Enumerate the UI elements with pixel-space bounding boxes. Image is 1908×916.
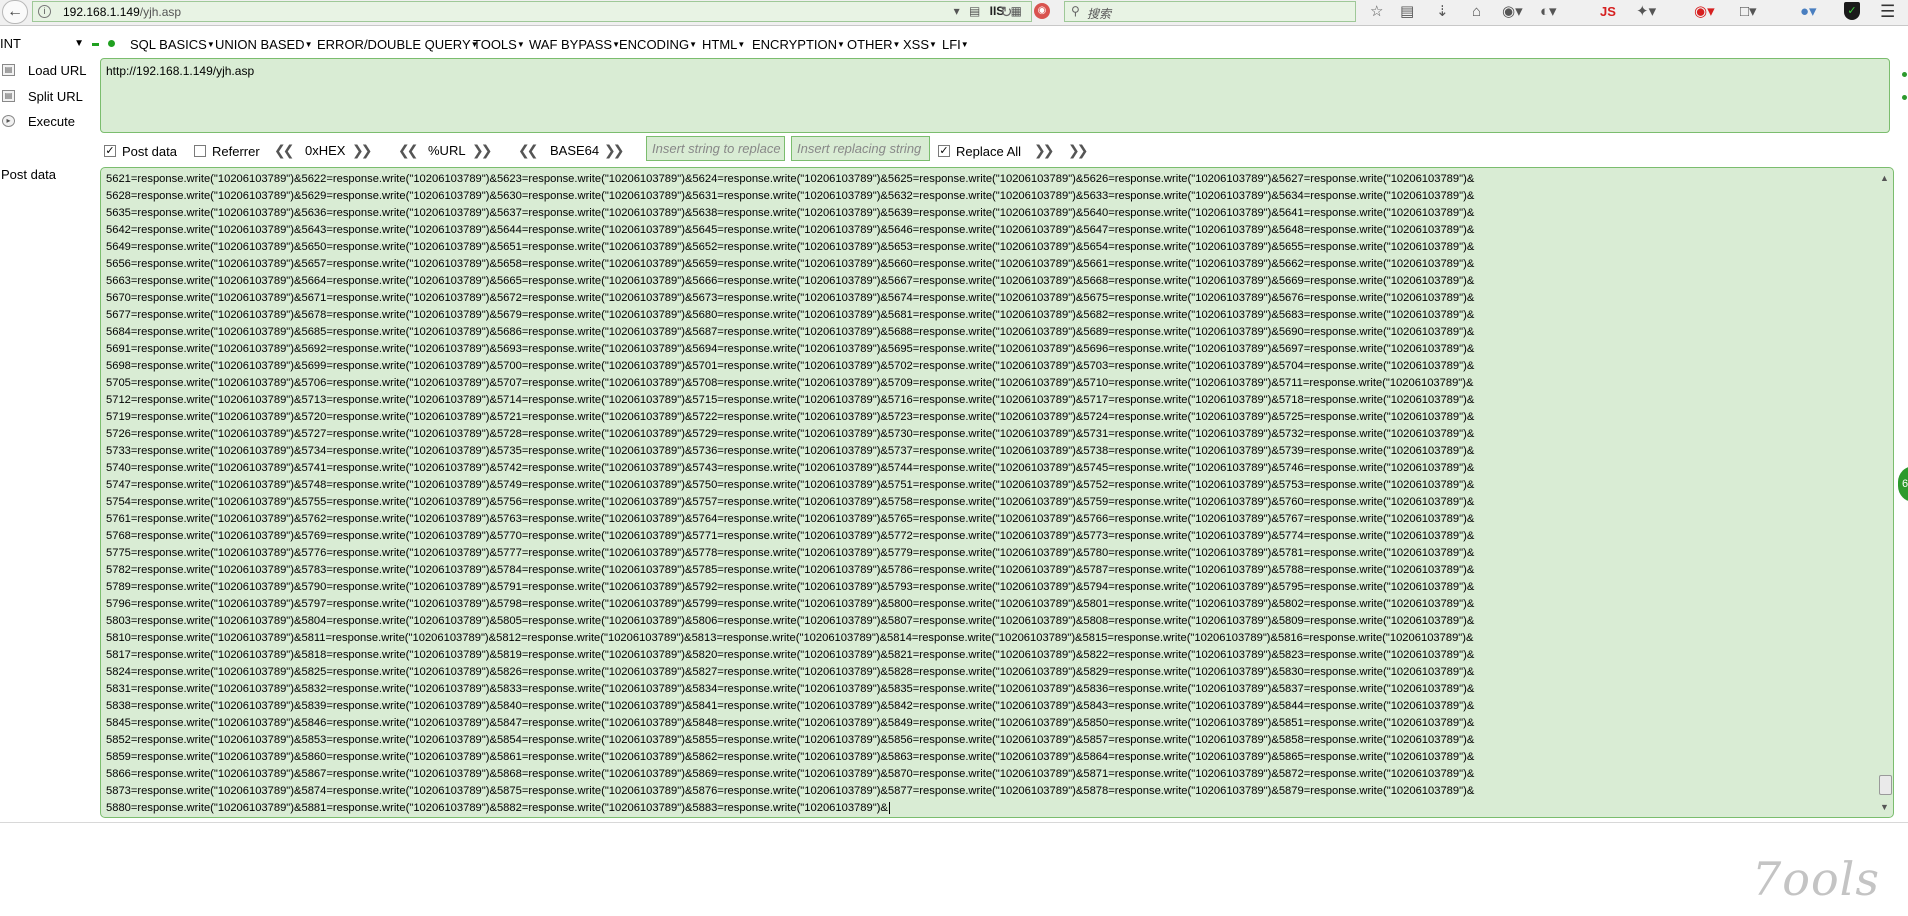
base64-decode-icon[interactable]: ❮❮ bbox=[518, 142, 539, 159]
address-text[interactable]: 192.168.1.149/yjh.asp bbox=[63, 5, 181, 19]
info-icon[interactable]: i bbox=[38, 5, 51, 18]
load-url-button[interactable]: ▤ Load URL bbox=[0, 60, 96, 80]
post-data-textarea[interactable]: 5621=response.write("10206103789")&5622=… bbox=[100, 167, 1894, 818]
post-data-label: Post data bbox=[1, 167, 56, 182]
replace-string-placeholder: Insert replacing string bbox=[797, 141, 922, 156]
browser-toolbar: ← i 192.168.1.149/yjh.asp ▾ ▤ IIS ▦ ↻ ◉ … bbox=[0, 0, 1908, 26]
addon-globe-icon[interactable]: ◉▾ bbox=[1502, 3, 1523, 21]
dropdown-arrow-icon[interactable]: ▾ bbox=[954, 4, 963, 18]
replace-all-checkbox[interactable]: ✓ bbox=[938, 145, 950, 157]
scroll-thumb[interactable] bbox=[1879, 775, 1892, 795]
js-addon-button[interactable]: JS bbox=[1600, 4, 1616, 19]
post-data-option-label: Post data bbox=[122, 144, 177, 159]
menu-tools[interactable]: TOOLS▼ bbox=[473, 37, 525, 52]
split-url-label: Split URL bbox=[28, 89, 83, 104]
scroll-up-icon[interactable]: ▲ bbox=[1880, 173, 1889, 183]
addon-red-icon[interactable]: ◉ bbox=[1034, 3, 1050, 19]
watermark: 7ools bbox=[1752, 852, 1880, 906]
sidebar-toggle-tab[interactable]: 6 bbox=[1898, 466, 1908, 502]
home-icon[interactable]: ⌂ bbox=[1472, 3, 1481, 21]
back-arrow-icon[interactable]: ← bbox=[2, 0, 28, 24]
shield-icon[interactable]: ✓ bbox=[1844, 2, 1860, 20]
find-string-placeholder: Insert string to replace bbox=[652, 141, 781, 156]
execute-label: Execute bbox=[28, 114, 75, 129]
text-cursor bbox=[888, 802, 890, 814]
type-select[interactable]: INT ▼ bbox=[0, 35, 86, 52]
url-path: /yjh.asp bbox=[139, 5, 182, 19]
search-icon: ⚲ bbox=[1071, 4, 1080, 18]
address-bar-addons: ▾ ▤ IIS ▦ bbox=[954, 4, 1025, 18]
menu-other[interactable]: OTHER▼ bbox=[847, 37, 900, 52]
address-bar[interactable]: i 192.168.1.149/yjh.asp ▾ ▤ IIS ▦ bbox=[32, 1, 1032, 22]
hex-encode-icon[interactable]: ❯❯ bbox=[352, 142, 373, 159]
execute-icon: ▸ bbox=[2, 115, 15, 127]
menu-encoding[interactable]: ENCODING▼ bbox=[619, 37, 697, 52]
referrer-option-label: Referrer bbox=[212, 144, 260, 159]
url-host: 192.168.1.149 bbox=[63, 5, 140, 19]
url-textarea[interactable]: http://192.168.1.149/yjh.asp bbox=[100, 58, 1890, 133]
bookmark-star-icon[interactable]: ☆ bbox=[1370, 3, 1383, 21]
download-icon[interactable]: ⇣ bbox=[1436, 3, 1449, 21]
menu-lfi[interactable]: LFI▼ bbox=[942, 37, 969, 52]
menu-encryption[interactable]: ENCRYPTION▼ bbox=[752, 37, 845, 52]
replace-all-arrow-icon[interactable]: ❯❯ bbox=[1068, 142, 1089, 159]
url-decode-icon[interactable]: ❮❮ bbox=[398, 142, 419, 159]
replace-arrow-icon[interactable]: ❯❯ bbox=[1034, 142, 1055, 159]
chevron-down-icon: ▼ bbox=[74, 38, 84, 49]
addon-page-icon[interactable]: □▾ bbox=[1740, 3, 1757, 21]
addon-blue-icon[interactable]: ●▾ bbox=[1800, 3, 1817, 21]
palette-icon[interactable]: ◐▾ bbox=[1540, 3, 1557, 21]
url-value: http://192.168.1.149/yjh.asp bbox=[106, 64, 255, 78]
search-placeholder: 搜索 bbox=[1087, 7, 1112, 21]
split-url-button[interactable]: ▤ Split URL bbox=[0, 86, 96, 106]
post-data-scrollbar[interactable]: ▲ ▼ bbox=[1878, 169, 1892, 816]
referrer-checkbox[interactable] bbox=[194, 145, 206, 157]
load-url-icon: ▤ bbox=[2, 64, 15, 76]
dot-icon bbox=[1902, 95, 1907, 100]
base64-encode-icon[interactable]: ❯❯ bbox=[604, 142, 625, 159]
page-divider bbox=[0, 822, 1908, 823]
menu-html[interactable]: HTML▼ bbox=[702, 37, 745, 52]
hex-decode-icon[interactable]: ❮❮ bbox=[274, 142, 295, 159]
windows-logo-icon[interactable]: ▦ bbox=[1011, 4, 1025, 18]
find-string-input[interactable]: Insert string to replace bbox=[646, 136, 785, 161]
reload-icon[interactable]: ↻ bbox=[1000, 3, 1013, 21]
replace-string-input[interactable]: Insert replacing string bbox=[791, 136, 930, 161]
addon-red-circle-icon[interactable]: ◉▾ bbox=[1694, 3, 1715, 21]
load-url-label: Load URL bbox=[28, 63, 87, 78]
base64-label: BASE64 bbox=[550, 143, 600, 158]
hex-label: 0xHEX bbox=[305, 143, 346, 158]
menu-union-based[interactable]: UNION BASED▼ bbox=[215, 37, 313, 52]
plus-icon[interactable] bbox=[108, 40, 115, 47]
minus-icon[interactable] bbox=[92, 43, 99, 46]
hackbar-menu-bar: INT ▼ SQL BASICS▼ UNION BASED▼ ERROR/DOU… bbox=[0, 32, 1908, 54]
menu-sql-basics[interactable]: SQL BASICS▼ bbox=[130, 37, 215, 52]
replace-all-label: Replace All bbox=[956, 144, 1022, 159]
addon-bird-icon[interactable]: ✦▾ bbox=[1636, 3, 1656, 21]
menu-xss[interactable]: XSS▼ bbox=[903, 37, 937, 52]
execute-button[interactable]: ▸ Execute bbox=[0, 111, 96, 131]
post-data-content: 5621=response.write("10206103789")&5622=… bbox=[106, 173, 1475, 814]
menu-error-double-query[interactable]: ERROR/DOUBLE QUERY▼ bbox=[317, 37, 479, 52]
reading-list-icon[interactable]: ▤ bbox=[1400, 3, 1414, 21]
post-data-checkbox[interactable]: ✓ bbox=[104, 145, 116, 157]
search-input[interactable]: ⚲ 搜索 bbox=[1064, 1, 1356, 22]
url-encode-label: %URL bbox=[428, 143, 466, 158]
url-encode-icon[interactable]: ❯❯ bbox=[472, 142, 493, 159]
server-icon[interactable]: ▤ bbox=[969, 4, 983, 18]
type-select-value: INT bbox=[0, 36, 21, 51]
hamburger-menu-icon[interactable]: ☰ bbox=[1880, 2, 1895, 22]
menu-waf-bypass[interactable]: WAF BYPASS▼ bbox=[529, 37, 620, 52]
dot-icon bbox=[1902, 72, 1907, 77]
split-url-icon: ▤ bbox=[2, 90, 15, 102]
scroll-down-icon[interactable]: ▼ bbox=[1880, 802, 1889, 812]
